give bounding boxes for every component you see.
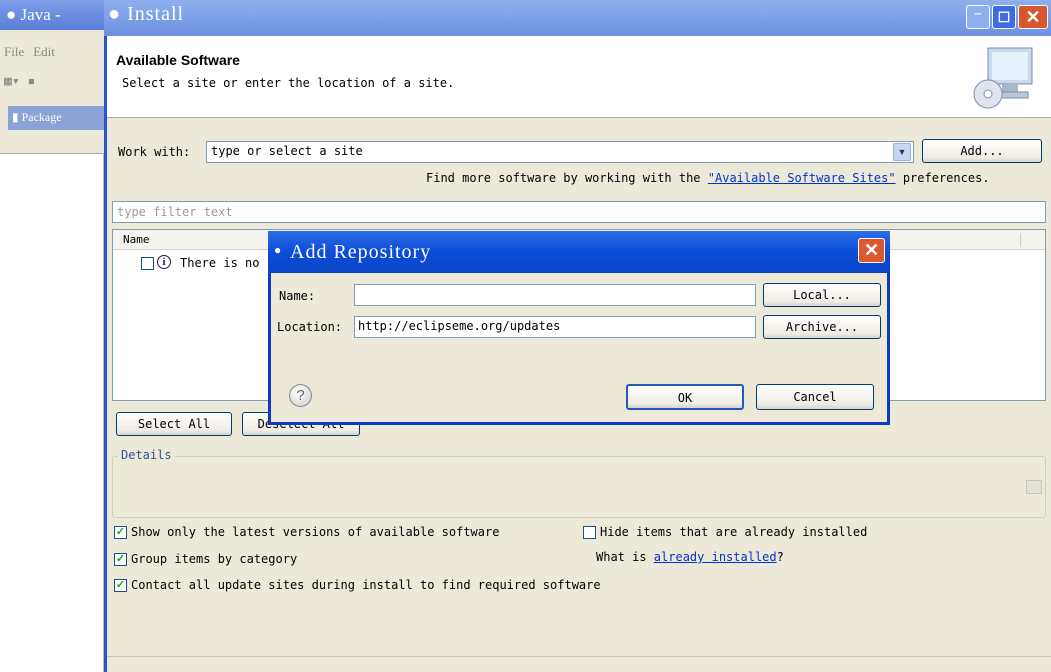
table-row-checkbox[interactable]: [141, 257, 154, 270]
info-icon: i: [157, 255, 171, 269]
archive-button[interactable]: Archive...: [763, 315, 881, 339]
package-explorer-toolbar: [0, 130, 104, 154]
hide-installed-label: Hide items that are already installed: [600, 525, 868, 539]
already-installed-link[interactable]: already installed: [654, 550, 777, 564]
maximize-icon: ☐: [997, 9, 1011, 25]
add-repository-close-button[interactable]: ✕: [858, 238, 885, 263]
contact-sites-checkbox[interactable]: ✓: [114, 579, 127, 592]
cancel-button[interactable]: Cancel: [756, 384, 874, 410]
package-icon: ▮: [12, 110, 19, 124]
minimize-button[interactable]: ‒: [966, 5, 990, 29]
eclipse-icon: ●: [6, 5, 17, 24]
location-label: Location:: [277, 320, 343, 334]
close-icon: ✕: [1025, 7, 1041, 27]
available-sites-link[interactable]: "Available Software Sites": [708, 171, 896, 185]
work-with-combo[interactable]: type or select a site: [206, 141, 914, 163]
footer-separator: [107, 656, 1051, 657]
help-icon[interactable]: ?: [289, 384, 312, 407]
name-field[interactable]: [354, 284, 756, 306]
chevron-down-icon[interactable]: ▼: [893, 143, 911, 161]
group-by-category-checkbox[interactable]: ✓: [114, 553, 127, 566]
details-scroll-handle[interactable]: [1026, 480, 1042, 494]
minimize-icon: ‒: [974, 6, 982, 20]
close-icon: ✕: [863, 240, 880, 260]
details-label: Details: [118, 448, 175, 462]
name-label: Name:: [279, 289, 316, 303]
eclipse-icon: ●: [274, 243, 283, 257]
work-with-label: Work with:: [118, 145, 191, 159]
select-all-button[interactable]: Select All: [116, 412, 232, 436]
location-field[interactable]: http://eclipseme.org/updates: [354, 316, 756, 338]
menu-edit[interactable]: Edit: [33, 44, 55, 59]
background-menu-bar: File Edit: [0, 44, 106, 68]
group-by-category-label: Group items by category: [131, 552, 298, 566]
background-toolbar: ▦▾ ▪: [4, 74, 104, 96]
close-button[interactable]: ✕: [1018, 5, 1048, 29]
add-repository-title-bar[interactable]: ● Add Repository: [268, 231, 890, 273]
details-group: [112, 456, 1046, 518]
show-latest-checkbox[interactable]: ✓: [114, 526, 127, 539]
maximize-button[interactable]: ☐: [992, 5, 1016, 29]
hide-installed-checkbox[interactable]: [583, 526, 596, 539]
table-row: There is no: [180, 256, 260, 270]
add-button[interactable]: Add...: [922, 139, 1042, 163]
column-divider[interactable]: [1020, 233, 1021, 247]
new-icon[interactable]: ▦▾: [4, 74, 20, 89]
install-title-bar[interactable]: ● Install: [104, 0, 1051, 36]
page-subtitle: Select a site or enter the location of a…: [122, 76, 455, 90]
monitor-cd-icon: [968, 44, 1038, 112]
tab-package-explorer[interactable]: ▮ Package: [8, 106, 104, 130]
page-title: Available Software: [116, 52, 240, 68]
background-window-title[interactable]: ● Java -: [0, 0, 110, 30]
contact-sites-label: Contact all update sites during install …: [131, 578, 601, 592]
what-installed-text: What is already installed?: [596, 550, 784, 564]
show-latest-label: Show only the latest versions of availab…: [131, 525, 500, 539]
package-explorer-panel: [0, 130, 104, 672]
eclipse-icon: ●: [108, 3, 122, 25]
filter-input[interactable]: type filter text: [112, 201, 1046, 223]
menu-file[interactable]: File: [4, 44, 24, 59]
save-icon[interactable]: ▪: [27, 74, 35, 89]
find-more-text: Find more software by working with the "…: [426, 171, 990, 185]
ok-button[interactable]: OK: [626, 384, 744, 410]
local-button[interactable]: Local...: [763, 283, 881, 307]
